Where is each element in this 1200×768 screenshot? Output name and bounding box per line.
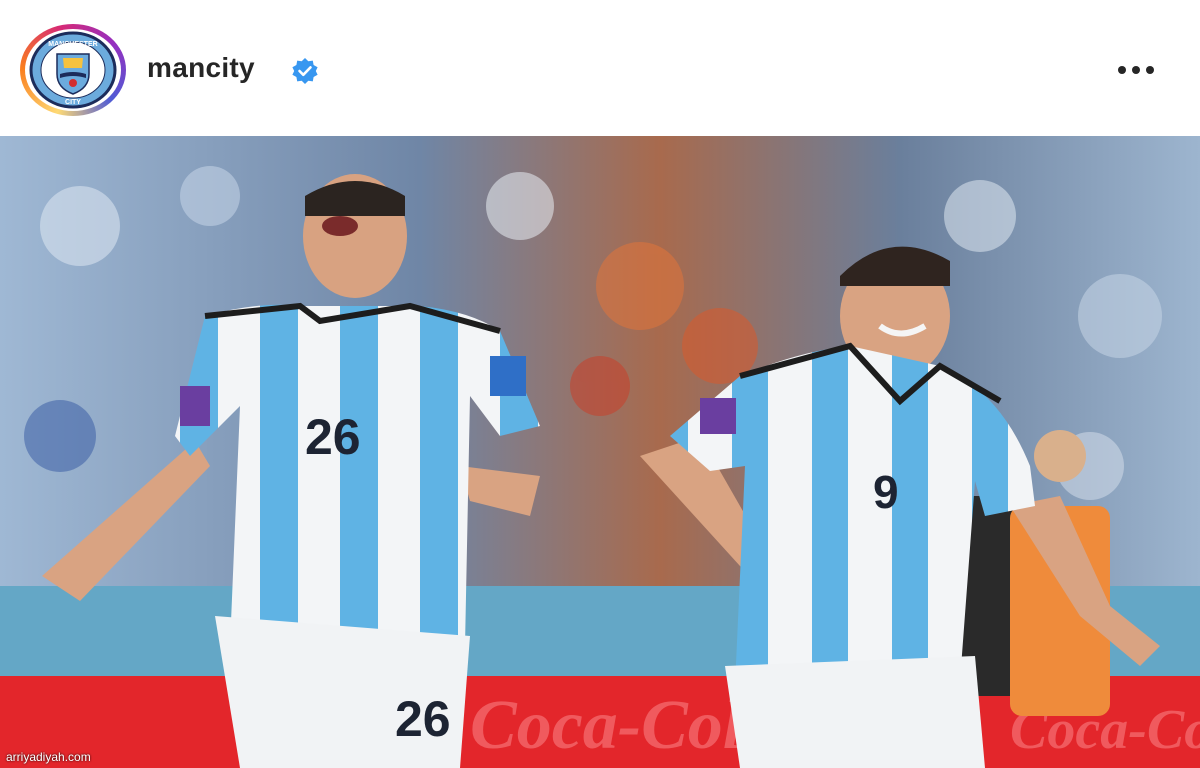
watermark: arriyadiyah.com — [6, 750, 91, 764]
post-header: MANCHESTER CITY mancity — [0, 0, 1200, 136]
dot-icon — [1132, 66, 1140, 74]
story-ring[interactable]: MANCHESTER CITY — [20, 24, 126, 116]
verified-badge-icon — [292, 58, 318, 84]
celebration-photo: Coca-Cola Coca-Cola 26 26 — [0, 136, 1200, 768]
dot-icon — [1146, 66, 1154, 74]
post-photo[interactable]: Coca-Cola Coca-Cola 26 26 — [0, 136, 1200, 768]
crest-top-text: MANCHESTER — [48, 41, 97, 48]
jersey-number-left: 26 — [305, 409, 361, 465]
jersey-number-right: 9 — [873, 466, 899, 518]
username[interactable]: mancity — [147, 52, 255, 84]
avatar[interactable]: MANCHESTER CITY — [25, 29, 121, 111]
more-options-button[interactable] — [1108, 54, 1164, 86]
crest-bottom-text: CITY — [65, 99, 81, 106]
man-city-crest-icon: MANCHESTER CITY — [29, 31, 117, 109]
shorts-number-left: 26 — [395, 691, 451, 747]
dot-icon — [1118, 66, 1126, 74]
